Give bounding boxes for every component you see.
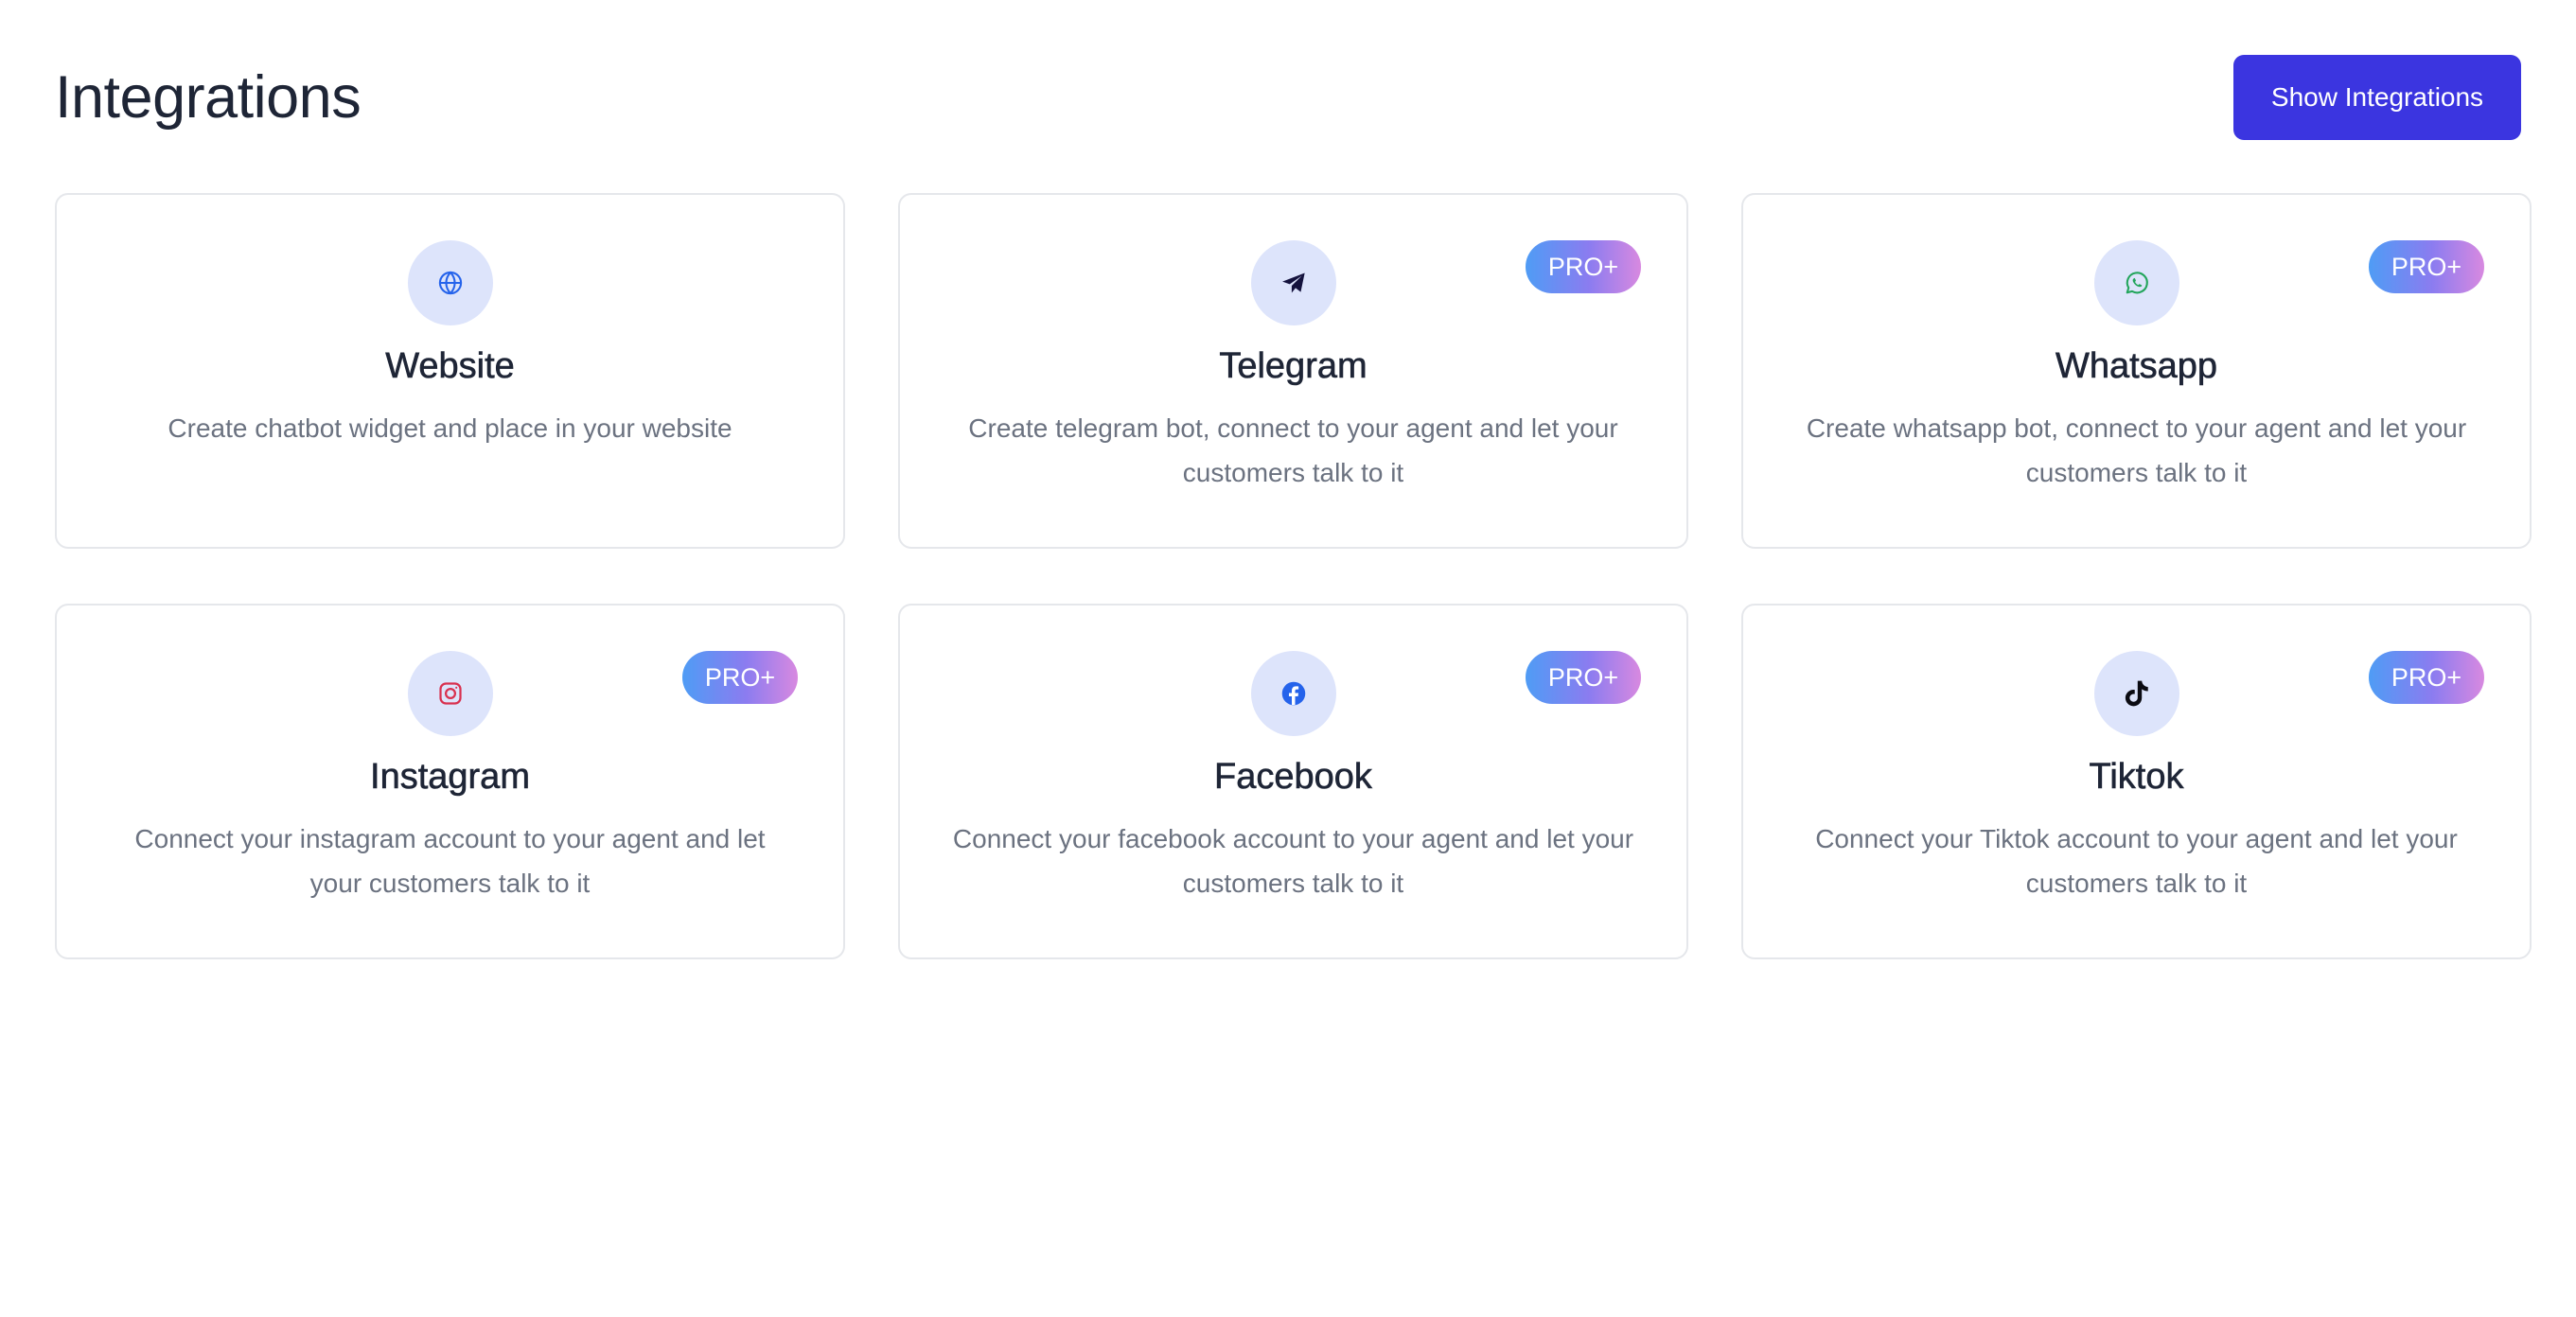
pro-plus-badge: PRO+ <box>1526 651 1641 704</box>
icon-circle <box>2093 651 2179 736</box>
icon-circle <box>2093 240 2179 325</box>
icon-circle <box>1250 651 1336 736</box>
card-description: Connect your facebook account to your ag… <box>952 824 1634 898</box>
whatsapp-icon <box>2126 272 2148 294</box>
card-description: Connect your instagram account to your a… <box>134 824 766 898</box>
icon-circle <box>407 240 493 325</box>
instagram-icon <box>438 682 462 705</box>
integration-card-tiktok[interactable]: PRO+ Tiktok Connect your Tiktok account … <box>1741 604 2532 959</box>
card-title: Website <box>385 346 515 387</box>
tiktok-icon <box>2125 680 2148 707</box>
card-title: Whatsapp <box>2055 346 2218 387</box>
integration-card-instagram[interactable]: PRO+ Instagram Connect your instagram ac… <box>55 604 845 959</box>
pro-plus-badge: PRO+ <box>1526 240 1641 293</box>
telegram-icon <box>1281 272 1305 293</box>
integration-card-facebook[interactable]: PRO+ Facebook Connect your facebook acco… <box>898 604 1688 959</box>
show-integrations-button[interactable]: Show Integrations <box>2233 55 2521 140</box>
card-description: Create chatbot widget and place in your … <box>168 413 732 443</box>
page-header: Integrations Show Integrations <box>55 55 2521 140</box>
pro-plus-badge: PRO+ <box>682 651 798 704</box>
integration-card-telegram[interactable]: PRO+ Telegram Create telegram bot, conne… <box>898 193 1688 549</box>
integrations-page: Integrations Show Integrations Website C… <box>0 0 2576 1317</box>
icon-circle <box>1250 240 1336 325</box>
card-title: Facebook <box>1214 757 1372 798</box>
integration-card-website[interactable]: Website Create chatbot widget and place … <box>55 193 845 549</box>
icon-circle <box>407 651 493 736</box>
card-description: Connect your Tiktok account to your agen… <box>1815 824 2458 898</box>
card-title: Telegram <box>1219 346 1367 387</box>
pro-plus-badge: PRO+ <box>2369 651 2484 704</box>
pro-plus-badge: PRO+ <box>2369 240 2484 293</box>
integrations-grid: Website Create chatbot widget and place … <box>55 193 2532 959</box>
card-title: Tiktok <box>2089 757 2184 798</box>
card-title: Instagram <box>370 757 531 798</box>
card-description: Create whatsapp bot, connect to your age… <box>1806 413 2467 487</box>
globe-icon <box>438 271 462 295</box>
page-title: Integrations <box>55 64 362 131</box>
card-description: Create telegram bot, connect to your age… <box>968 413 1618 487</box>
integration-card-whatsapp[interactable]: PRO+ Whatsapp Create whatsapp bot, conne… <box>1741 193 2532 549</box>
facebook-icon <box>1281 681 1305 706</box>
